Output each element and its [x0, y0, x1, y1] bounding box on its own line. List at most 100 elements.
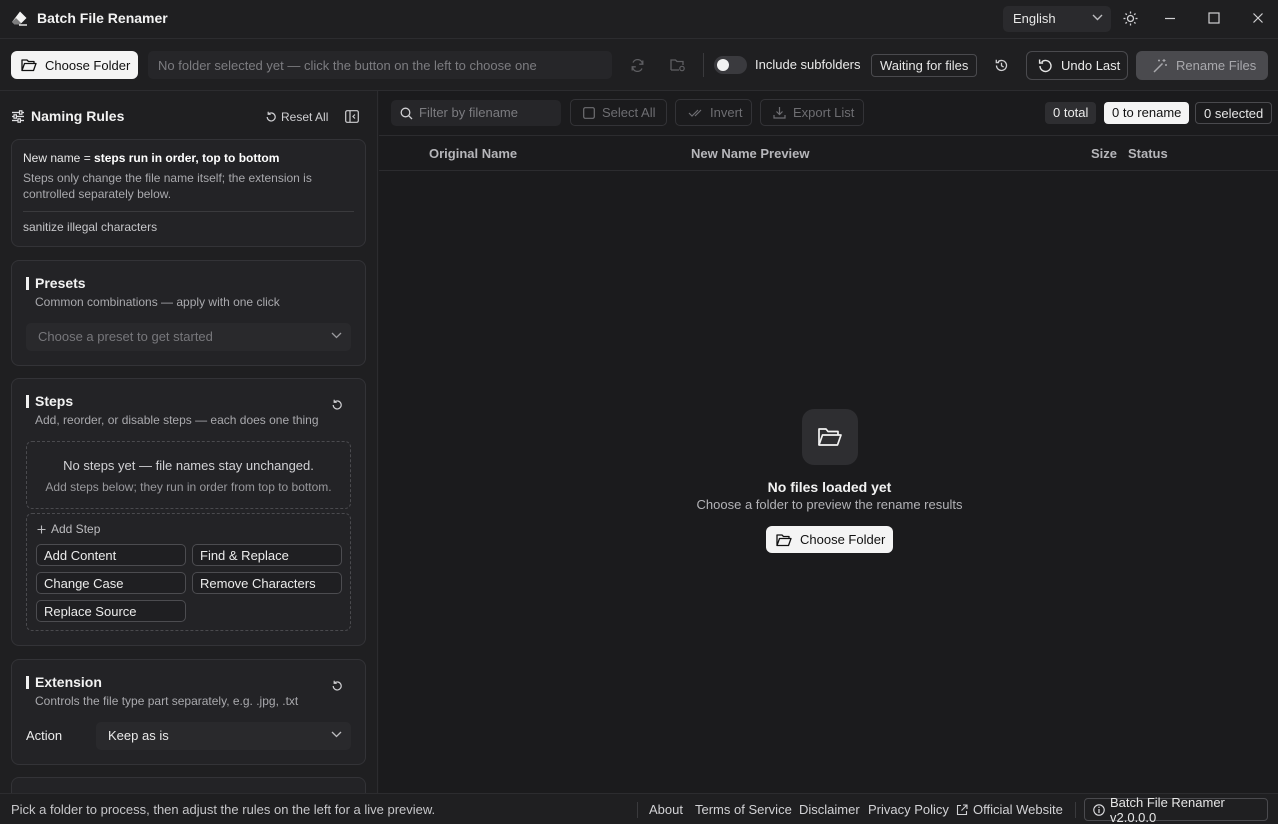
disclaimer-link[interactable]: Disclaimer	[799, 802, 860, 817]
choose-folder-label: Choose Folder	[800, 532, 886, 547]
export-label: Export List	[793, 105, 855, 120]
privacy-link[interactable]: Privacy Policy	[868, 802, 949, 817]
steps-empty-title: No steps yet — file names stay unchanged…	[63, 458, 314, 473]
find-replace-step-button[interactable]: Find & Replace	[192, 544, 342, 566]
filter-placeholder: Filter by filename	[419, 105, 518, 120]
choose-folder-label: Choose Folder	[45, 57, 131, 73]
about-link[interactable]: About	[649, 802, 683, 817]
column-size[interactable]: Size	[1091, 146, 1117, 161]
language-value: English	[1013, 11, 1056, 26]
status-bar: Pick a folder to process, then adjust th…	[0, 793, 1278, 824]
toolbar-divider	[703, 53, 704, 77]
chevron-down-icon	[1092, 14, 1103, 21]
collapse-sidebar-icon[interactable]	[345, 110, 359, 123]
app-title: Batch File Renamer	[37, 10, 168, 26]
total-count-pill[interactable]: 0 total	[1045, 102, 1097, 124]
export-list-button[interactable]: Export List	[760, 99, 864, 126]
version-label: Batch File Renamer v2.0.0.0	[1110, 794, 1225, 824]
choose-folder-empty-button[interactable]: Choose Folder	[766, 526, 893, 553]
select-all-button[interactable]: Select All	[570, 99, 667, 126]
summary-formula: New name = steps run in order, top to bo…	[23, 151, 279, 165]
presets-subtitle: Common combinations — apply with one cli…	[35, 295, 280, 309]
rename-files-button[interactable]: Rename Files	[1136, 51, 1268, 80]
close-icon[interactable]	[1252, 12, 1264, 24]
summary-description: Steps only change the file name itself; …	[23, 171, 312, 201]
invert-selection-button[interactable]: Invert	[675, 99, 752, 126]
steps-card: Steps Add, reorder, or disable steps — e…	[11, 378, 366, 646]
invert-label: Invert	[710, 105, 743, 120]
theme-toggle-sun-icon[interactable]	[1123, 11, 1138, 26]
to-rename-count-pill[interactable]: 0 to rename	[1104, 102, 1190, 124]
presets-title: Presets	[35, 275, 86, 291]
reset-icon	[265, 111, 277, 123]
search-icon	[400, 107, 413, 120]
undo-label: Undo Last	[1061, 58, 1121, 73]
extension-action-select[interactable]: Keep as is	[96, 722, 351, 750]
add-step-heading: Add Step	[37, 522, 100, 536]
column-new-name-preview[interactable]: New Name Preview	[691, 146, 810, 161]
reset-steps-icon[interactable]	[331, 399, 343, 411]
selected-count-pill[interactable]: 0 selected	[1195, 102, 1273, 124]
history-icon[interactable]	[994, 58, 1009, 73]
summary-note: sanitize illegal characters	[23, 220, 158, 234]
remove-characters-step-button[interactable]: Remove Characters	[192, 572, 342, 594]
column-status[interactable]: Status	[1128, 146, 1168, 161]
chevron-down-icon	[331, 731, 342, 738]
steps-empty-state: No steps yet — file names stay unchanged…	[26, 441, 351, 509]
preset-select[interactable]: Choose a preset to get started	[26, 323, 351, 351]
table-header: Original Name New Name Preview Size Stat…	[379, 135, 1278, 171]
undo-last-button[interactable]: Undo Last	[1026, 51, 1128, 80]
naming-rules-title: Naming Rules	[31, 108, 125, 124]
footer-divider	[637, 802, 638, 818]
steps-empty-subtitle: Add steps below; they run in order from …	[45, 480, 332, 494]
version-badge[interactable]: Batch File Renamer v2.0.0.0	[1084, 794, 1268, 824]
section-accent-bar	[26, 395, 29, 408]
open-folder-location-icon[interactable]	[670, 58, 686, 72]
choose-folder-button[interactable]: Choose Folder	[11, 51, 138, 79]
presets-card: Presets Common combinations — apply with…	[11, 260, 366, 366]
external-link-icon	[956, 803, 968, 816]
section-accent-bar	[26, 676, 29, 689]
plus-icon	[37, 525, 46, 534]
file-list-panel: Filter by filename Select All Invert Exp…	[379, 91, 1278, 793]
official-website-label: Official Website	[973, 802, 1063, 817]
download-icon	[773, 106, 786, 119]
language-select[interactable]: English	[1003, 6, 1111, 32]
empty-state-subtitle: Choose a folder to preview the rename re…	[696, 497, 963, 512]
reset-extension-icon[interactable]	[331, 680, 343, 692]
maximize-icon[interactable]	[1208, 12, 1220, 24]
reset-all-button[interactable]: Reset All	[265, 110, 328, 124]
extension-subtitle: Controls the file type part separately, …	[35, 694, 299, 708]
replace-source-step-button[interactable]: Replace Source	[36, 600, 186, 622]
extension-action-value: Keep as is	[108, 728, 169, 743]
folder-path-field[interactable]: No folder selected yet — click the butto…	[148, 51, 612, 79]
extension-action-label: Action	[26, 728, 63, 743]
rule-summary-card: New name = steps run in order, top to bo…	[11, 139, 366, 247]
footer-divider	[1075, 802, 1076, 818]
minimize-icon[interactable]	[1164, 12, 1176, 24]
title-bar: Batch File Renamer English	[0, 0, 1278, 38]
section-accent-bar	[26, 277, 29, 290]
extension-title: Extension	[35, 674, 102, 690]
change-case-step-button[interactable]: Change Case	[36, 572, 186, 594]
undo-icon	[1037, 58, 1053, 74]
include-subfolders-toggle[interactable]	[714, 56, 747, 74]
column-original-name[interactable]: Original Name	[429, 146, 517, 161]
refresh-icon[interactable]	[630, 58, 645, 73]
add-content-step-button[interactable]: Add Content	[36, 544, 186, 566]
select-all-label: Select All	[602, 105, 656, 120]
extension-card: Extension Controls the file type part se…	[11, 659, 366, 765]
include-subfolders-label: Include subfolders	[755, 57, 861, 72]
info-icon	[1093, 803, 1105, 816]
reset-all-label: Reset All	[281, 110, 329, 124]
toolbar: Choose Folder No folder selected yet — c…	[0, 38, 1278, 91]
preset-placeholder: Choose a preset to get started	[38, 329, 213, 344]
terms-link[interactable]: Terms of Service	[695, 802, 792, 817]
summary-prefix: New name =	[23, 151, 95, 165]
empty-state-title: No files loaded yet	[767, 479, 892, 495]
sliders-icon	[11, 110, 25, 123]
steps-title: Steps	[35, 393, 74, 409]
official-website-link[interactable]: Official Website	[956, 802, 1063, 817]
summary-emphasis: steps run in order, top to bottom	[94, 151, 280, 165]
filter-input[interactable]: Filter by filename	[391, 100, 561, 126]
